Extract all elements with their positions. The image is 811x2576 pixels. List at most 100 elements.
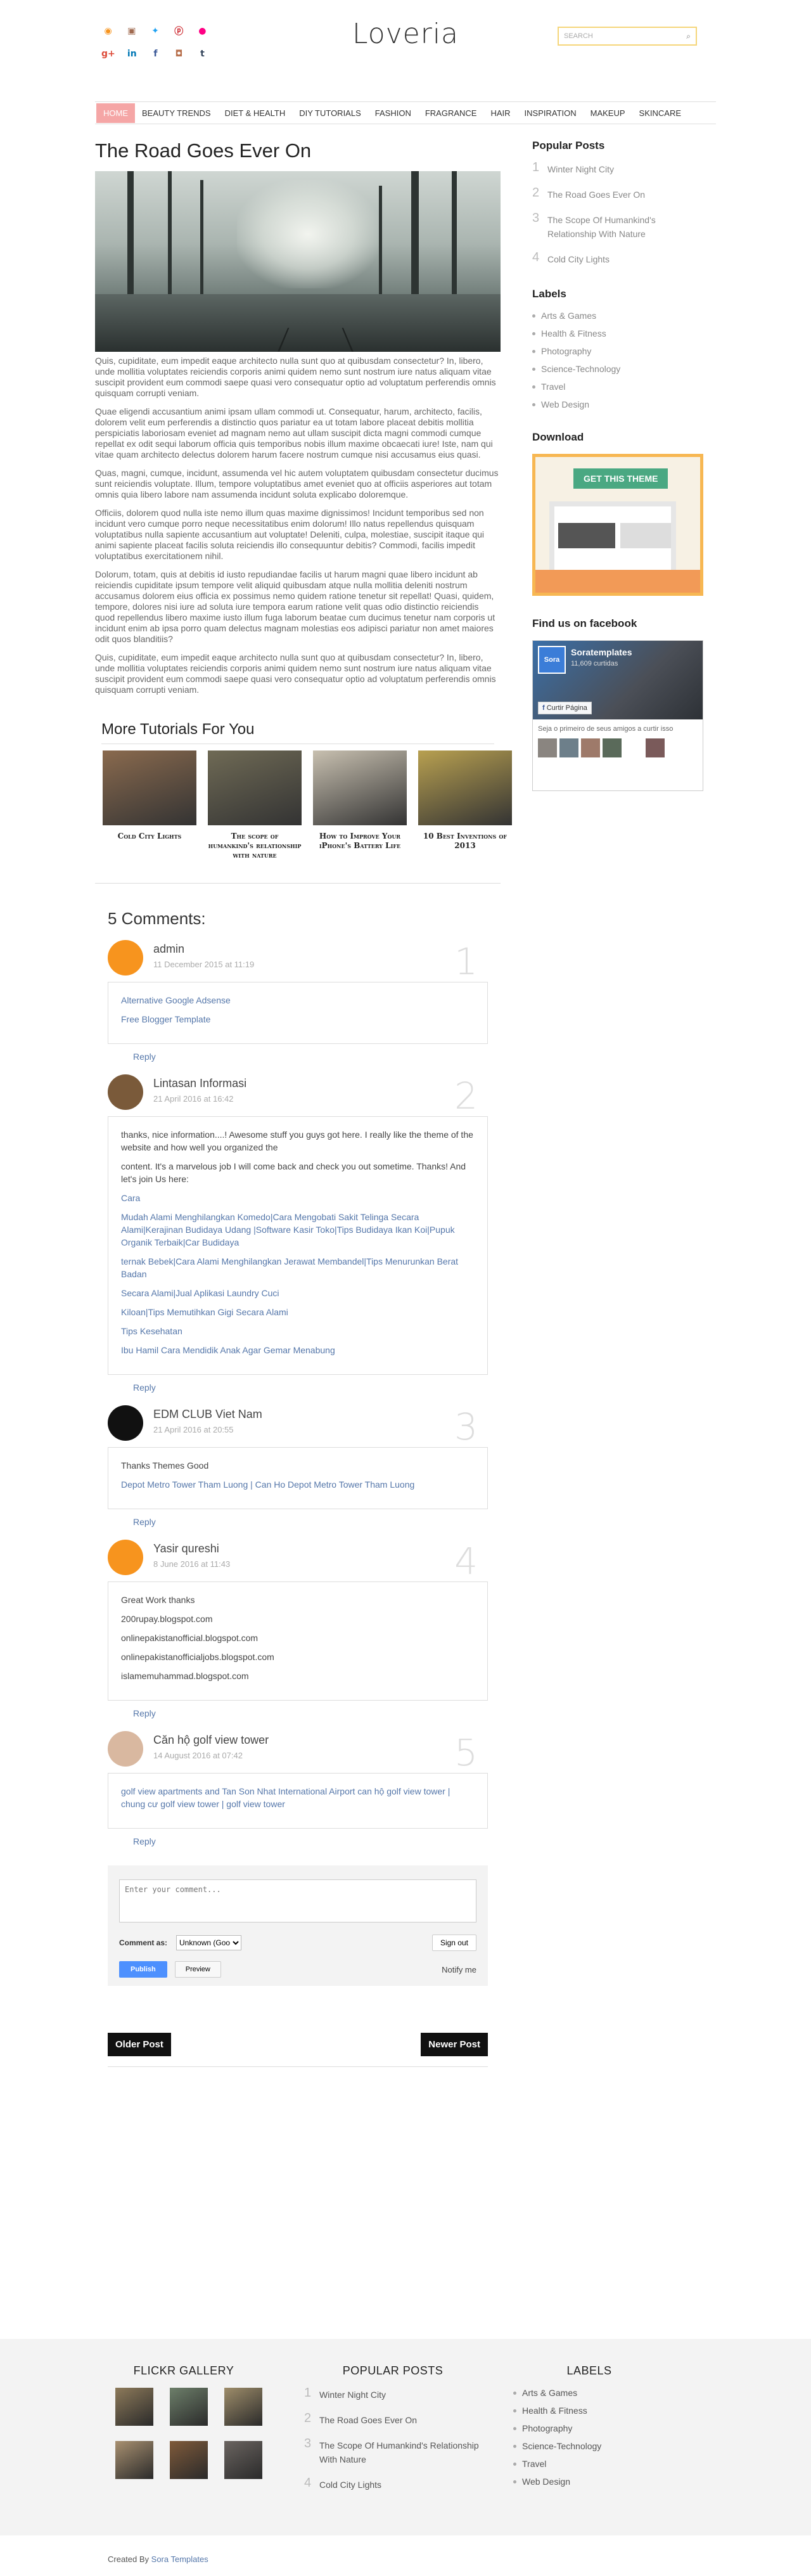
notify-me-link[interactable]: Notify me bbox=[442, 1965, 476, 1974]
popular-post-title[interactable]: Winter Night City bbox=[547, 162, 614, 176]
nav-item-diy-tutorials[interactable]: DIY TUTORIALS bbox=[292, 103, 368, 123]
comment-date[interactable]: 21 April 2016 at 20:55 bbox=[153, 1425, 262, 1434]
nav-item-hair[interactable]: HAIR bbox=[483, 103, 517, 123]
fb-like-button[interactable]: f Curtir Página bbox=[538, 702, 592, 714]
flickr-thumbnail[interactable] bbox=[115, 2388, 153, 2426]
label-link[interactable]: Health & Fitness bbox=[513, 2405, 665, 2416]
reply-link[interactable]: Reply bbox=[133, 1052, 488, 1062]
label-link[interactable]: Science-Technology bbox=[513, 2441, 665, 2451]
comment-link[interactable]: Mudah Alami Menghilangkan Komedo|Cara Me… bbox=[121, 1211, 475, 1249]
post-title[interactable]: The Road Goes Ever On bbox=[95, 139, 501, 162]
comment-date[interactable]: 8 June 2016 at 11:43 bbox=[153, 1559, 230, 1569]
comment-link[interactable]: Secara Alami|Jual Aplikasi Laundry Cuci bbox=[121, 1287, 475, 1299]
credit-link[interactable]: Sora Templates bbox=[151, 2554, 208, 2564]
search-icon[interactable]: ⌕ bbox=[686, 32, 691, 41]
comment-textarea[interactable] bbox=[119, 1879, 476, 1922]
comment-author[interactable]: admin bbox=[153, 943, 254, 956]
nav-item-makeup[interactable]: MAKEUP bbox=[584, 103, 632, 123]
older-post-button[interactable]: Older Post bbox=[108, 2033, 171, 2056]
related-post-thumbnail[interactable] bbox=[418, 750, 512, 825]
label-link[interactable]: Web Design bbox=[513, 2476, 665, 2487]
popular-post-item[interactable]: 1 Winter Night City bbox=[532, 160, 703, 176]
popular-post-title[interactable]: The Scope Of Humankind's Relationship Wi… bbox=[547, 213, 703, 241]
related-post-title[interactable]: The scope of humankind's relationship wi… bbox=[208, 832, 302, 860]
popular-post-item[interactable]: 1 Winter Night City bbox=[304, 2386, 482, 2402]
search-input[interactable]: SEARCH bbox=[564, 32, 686, 40]
comment-link[interactable]: Free Blogger Template bbox=[121, 1013, 475, 1026]
popular-post-title[interactable]: The Scope Of Humankind's Relationship Wi… bbox=[319, 2438, 482, 2466]
nav-item-fragrance[interactable]: FRAGRANCE bbox=[418, 103, 484, 123]
nav-item-home[interactable]: HOME bbox=[96, 103, 135, 123]
comment-author[interactable]: Yasir qureshi bbox=[153, 1542, 230, 1555]
comment-date[interactable]: 14 August 2016 at 07:42 bbox=[153, 1751, 269, 1760]
related-post-thumbnail[interactable] bbox=[208, 750, 302, 825]
comment-link[interactable]: Alternative Google Adsense bbox=[121, 994, 475, 1007]
popular-post-title[interactable]: Cold City Lights bbox=[547, 252, 610, 266]
flickr-thumbnail[interactable] bbox=[115, 2441, 153, 2479]
nav-item-skincare[interactable]: SKINCARE bbox=[632, 103, 688, 123]
avatar[interactable] bbox=[108, 1074, 143, 1110]
preview-button[interactable]: Preview bbox=[174, 1961, 221, 1978]
popular-post-title[interactable]: Winter Night City bbox=[319, 2388, 386, 2402]
popular-post-title[interactable]: The Road Goes Ever On bbox=[319, 2413, 417, 2427]
newer-post-button[interactable]: Newer Post bbox=[421, 2033, 488, 2056]
comment-date[interactable]: 21 April 2016 at 16:42 bbox=[153, 1094, 246, 1104]
sign-out-button[interactable]: Sign out bbox=[431, 1935, 476, 1951]
comment-link[interactable]: Tips Kesehatan bbox=[121, 1325, 475, 1337]
nav-item-diet-health[interactable]: DIET & HEALTH bbox=[218, 103, 293, 123]
nav-item-inspiration[interactable]: INSPIRATION bbox=[518, 103, 584, 123]
related-post-thumbnail[interactable] bbox=[313, 750, 407, 825]
fb-page-name[interactable]: Soratemplates bbox=[571, 647, 632, 657]
reply-link[interactable]: Reply bbox=[133, 1836, 488, 1846]
comment-author[interactable]: EDM CLUB Viet Nam bbox=[153, 1408, 262, 1421]
comment-link[interactable]: Kiloan|Tips Memutihkan Gigi Secara Alami bbox=[121, 1306, 475, 1318]
related-post-item[interactable]: How to Improve Your iPhone's Battery Lif… bbox=[313, 750, 407, 860]
popular-post-item[interactable]: 2 The Road Goes Ever On bbox=[532, 186, 703, 202]
search-box[interactable]: SEARCH ⌕ bbox=[558, 27, 697, 46]
reply-link[interactable]: Reply bbox=[133, 1708, 488, 1718]
avatar[interactable] bbox=[108, 1540, 143, 1575]
comment-author[interactable]: Căn hộ golf view tower bbox=[153, 1734, 269, 1747]
flickr-thumbnail[interactable] bbox=[224, 2388, 262, 2426]
popular-post-title[interactable]: Cold City Lights bbox=[319, 2478, 381, 2492]
related-post-item[interactable]: The scope of humankind's relationship wi… bbox=[208, 750, 302, 860]
related-post-item[interactable]: 10 Best Inventions of 2013 bbox=[418, 750, 512, 860]
avatar[interactable] bbox=[108, 1731, 143, 1767]
comment-link[interactable]: Cara bbox=[121, 1192, 475, 1204]
label-link[interactable]: Travel bbox=[532, 382, 703, 392]
comment-author[interactable]: Lintasan Informasi bbox=[153, 1077, 246, 1090]
reply-link[interactable]: Reply bbox=[133, 1517, 488, 1527]
label-link[interactable]: Photography bbox=[513, 2423, 665, 2433]
label-link[interactable]: Photography bbox=[532, 346, 703, 356]
comment-link[interactable]: golf view apartments and Tan Son Nhat In… bbox=[121, 1785, 475, 1810]
nav-item-beauty-trends[interactable]: BEAUTY TRENDS bbox=[135, 103, 218, 123]
flickr-thumbnail[interactable] bbox=[170, 2441, 208, 2479]
comment-link[interactable]: Ibu Hamil Cara Mendidik Anak Agar Gemar … bbox=[121, 1344, 475, 1356]
comment-link[interactable]: Depot Metro Tower Tham Luong | Can Ho De… bbox=[121, 1478, 475, 1491]
popular-post-title[interactable]: The Road Goes Ever On bbox=[547, 188, 645, 202]
label-link[interactable]: Science-Technology bbox=[532, 364, 703, 374]
label-link[interactable]: Arts & Games bbox=[532, 311, 703, 321]
comment-date[interactable]: 11 December 2015 at 11:19 bbox=[153, 960, 254, 969]
popular-post-item[interactable]: 4 Cold City Lights bbox=[304, 2476, 482, 2492]
identity-select[interactable]: Unknown (Goo bbox=[176, 1935, 242, 1950]
related-post-title[interactable]: Cold City Lights bbox=[103, 832, 196, 841]
label-link[interactable]: Arts & Games bbox=[513, 2388, 665, 2398]
popular-post-item[interactable]: 3 The Scope Of Humankind's Relationship W… bbox=[304, 2437, 482, 2466]
avatar[interactable] bbox=[108, 940, 143, 976]
label-link[interactable]: Travel bbox=[513, 2459, 665, 2469]
reply-link[interactable]: Reply bbox=[133, 1382, 488, 1393]
popular-post-item[interactable]: 2 The Road Goes Ever On bbox=[304, 2411, 482, 2427]
related-post-title[interactable]: How to Improve Your iPhone's Battery Lif… bbox=[313, 832, 407, 851]
related-post-title[interactable]: 10 Best Inventions of 2013 bbox=[418, 832, 512, 851]
related-post-item[interactable]: Cold City Lights bbox=[103, 750, 196, 860]
popular-post-item[interactable]: 3 The Scope Of Humankind's Relationship W… bbox=[532, 211, 703, 241]
related-post-thumbnail[interactable] bbox=[103, 750, 196, 825]
nav-item-fashion[interactable]: FASHION bbox=[368, 103, 418, 123]
comment-link[interactable]: ternak Bebek|Cara Alami Menghilangkan Je… bbox=[121, 1255, 475, 1280]
publish-button[interactable]: Publish bbox=[119, 1961, 167, 1978]
label-link[interactable]: Web Design bbox=[532, 399, 703, 409]
popular-post-item[interactable]: 4 Cold City Lights bbox=[532, 250, 703, 266]
avatar[interactable] bbox=[108, 1405, 143, 1441]
facebook-page-plugin[interactable]: Sora Soratemplates 11,609 curtidas f Cur… bbox=[532, 640, 703, 791]
